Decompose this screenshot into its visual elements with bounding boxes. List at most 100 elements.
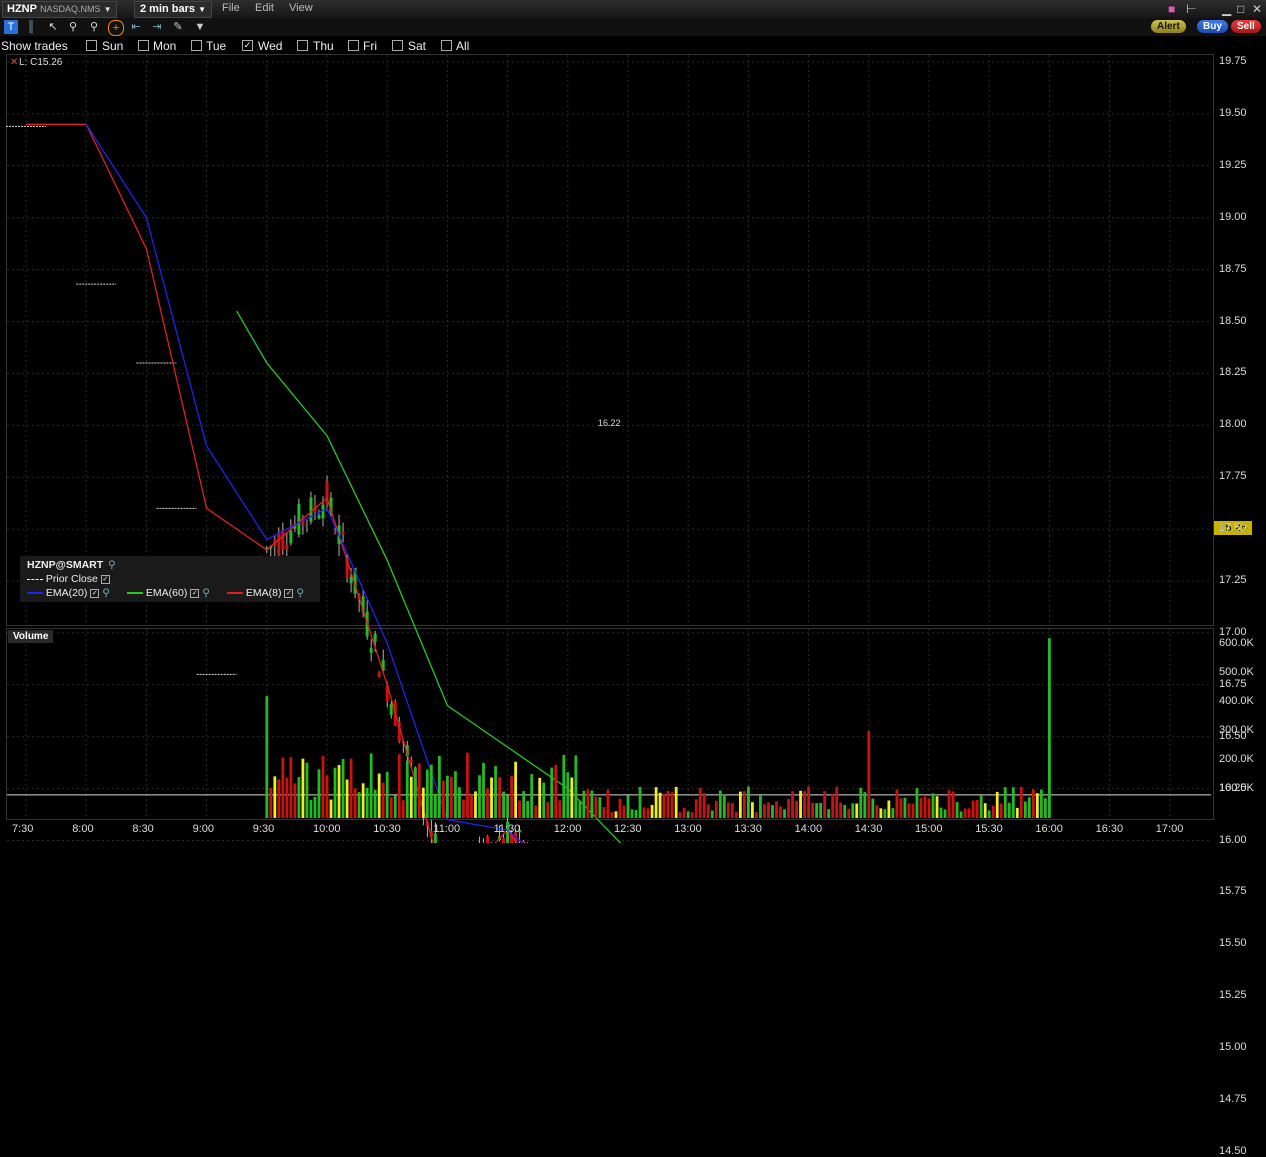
volume-bar — [510, 776, 513, 818]
time-axis-label: 8:00 — [72, 823, 93, 835]
volume-bar — [763, 804, 766, 818]
price-axis-label: 17.50 — [1219, 522, 1247, 534]
volume-bar — [663, 794, 666, 818]
volume-bar — [322, 756, 325, 818]
volume-bar — [414, 778, 417, 818]
volume-bar — [607, 790, 610, 818]
volume-bar — [289, 757, 292, 818]
close-panel-icon[interactable]: ✕ — [10, 57, 18, 68]
candle-body — [370, 648, 373, 653]
volume-bar — [454, 771, 457, 818]
ema8-settings-icon[interactable]: ⚲ — [296, 587, 304, 599]
volume-bar — [651, 805, 654, 818]
volume-bar — [426, 770, 429, 818]
volume-bar — [486, 788, 489, 818]
volume-bar — [281, 758, 284, 818]
candle-body — [317, 515, 320, 518]
volume-bar — [574, 755, 577, 818]
time-axis-label: 12:00 — [554, 823, 582, 835]
volume-bar — [578, 801, 581, 818]
volume-bar — [394, 795, 397, 818]
volume-bar — [1040, 790, 1043, 818]
volume-bar — [823, 791, 826, 818]
volume-bar — [314, 797, 317, 818]
volume-bar — [430, 765, 433, 818]
prior-close-swatch — [27, 579, 43, 580]
volume-axis-label: 500.0K — [1219, 666, 1254, 678]
volume-bar — [615, 811, 618, 818]
time-axis-label: 13:30 — [734, 823, 762, 835]
volume-bar — [1012, 787, 1015, 818]
ema20-checkbox[interactable]: ✓ — [90, 589, 99, 598]
price-axis-label: 18.50 — [1219, 315, 1247, 327]
volume-bar — [771, 805, 774, 818]
ema8-checkbox[interactable]: ✓ — [284, 589, 293, 598]
volume-bar — [775, 801, 778, 818]
price-axis-label: 15.25 — [1219, 989, 1247, 1001]
volume-bar — [815, 803, 818, 818]
ema20-settings-icon[interactable]: ⚲ — [102, 587, 110, 599]
volume-bar — [402, 800, 405, 818]
volume-bar — [643, 807, 646, 818]
volume-bar — [932, 793, 935, 818]
candle-body — [309, 497, 312, 521]
volume-bar — [1032, 789, 1035, 818]
volume-bar — [558, 800, 561, 818]
volume-bar — [803, 791, 806, 818]
volume-bar — [550, 768, 553, 818]
time-axis-label: 11:30 — [494, 823, 521, 835]
time-axis-label: 9:00 — [193, 823, 214, 835]
volume-bar — [530, 774, 533, 818]
volume-bar — [306, 763, 309, 818]
price-axis-label: 16.75 — [1219, 678, 1247, 690]
volume-bar — [362, 783, 365, 818]
volume-bar — [458, 787, 461, 818]
volume-bar — [996, 792, 999, 818]
volume-bar — [707, 804, 710, 818]
volume-bar — [1008, 803, 1011, 818]
volume-bar — [675, 787, 678, 818]
volume-bar — [891, 808, 894, 818]
last-price-label: L: C15.26 — [19, 57, 62, 68]
volume-bar — [354, 788, 357, 818]
settings-icon[interactable]: ⚲ — [108, 559, 116, 571]
volume-bar — [715, 801, 718, 818]
volume-bar — [988, 811, 991, 818]
volume-bar — [623, 806, 626, 818]
volume-bar — [269, 788, 272, 818]
volume-bar — [1000, 804, 1003, 818]
volume-bar — [879, 808, 882, 818]
volume-bar — [1020, 787, 1023, 818]
volume-bar — [293, 783, 296, 818]
legend-prior-close: Prior Close ✓ — [27, 573, 110, 585]
volume-bar — [839, 803, 842, 818]
volume-bar — [482, 763, 485, 818]
volume-bar — [948, 790, 951, 818]
ema60-settings-icon[interactable]: ⚲ — [202, 587, 210, 599]
volume-bar — [1004, 787, 1007, 818]
volume-bar — [334, 768, 337, 818]
volume-bar — [795, 801, 798, 818]
volume-bar — [855, 804, 858, 818]
ema60-label: EMA(60) — [146, 587, 187, 599]
volume-bar — [1016, 808, 1019, 818]
volume-bar — [895, 789, 898, 818]
volume-bar — [964, 808, 967, 818]
ema60-checkbox[interactable]: ✓ — [190, 589, 199, 598]
volume-bar — [1048, 638, 1051, 818]
volume-bar — [759, 795, 762, 818]
prior-close-checkbox[interactable]: ✓ — [101, 575, 110, 584]
volume-bar — [627, 796, 630, 818]
price-axis-label: 14.50 — [1219, 1145, 1247, 1157]
volume-bar — [924, 796, 927, 818]
volume-bar — [398, 754, 401, 818]
price-axis-label: 18.00 — [1219, 418, 1247, 430]
volume-bar — [566, 772, 569, 818]
volume-bar — [374, 790, 377, 818]
volume-bar — [358, 792, 361, 818]
volume-bar — [273, 776, 276, 818]
legend-title: HZNP@SMART — [27, 559, 103, 571]
chart-canvas — [0, 0, 1266, 843]
volume-bar — [968, 808, 971, 818]
price-axis-label: 14.75 — [1219, 1093, 1247, 1105]
